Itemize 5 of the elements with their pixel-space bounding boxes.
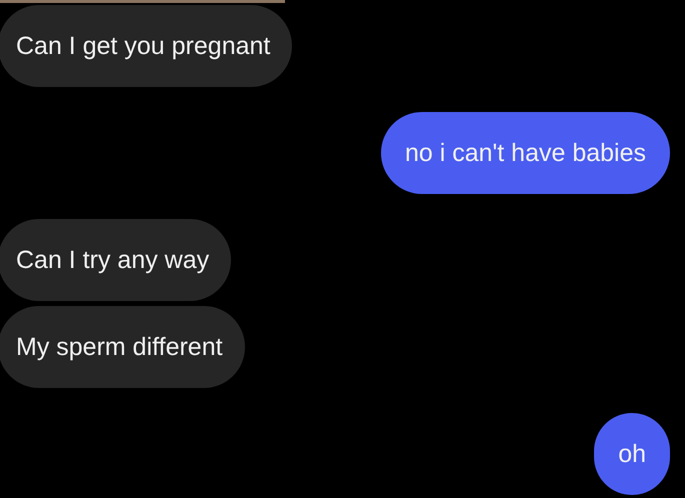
message-bubble: oh <box>594 413 670 495</box>
message-bubble: Can I get you pregnant <box>0 5 292 87</box>
message-bubble: My sperm different <box>0 306 245 388</box>
message-bubble: no i can't have babies <box>380 112 670 194</box>
message-bubble: Can I try any way <box>0 219 232 301</box>
